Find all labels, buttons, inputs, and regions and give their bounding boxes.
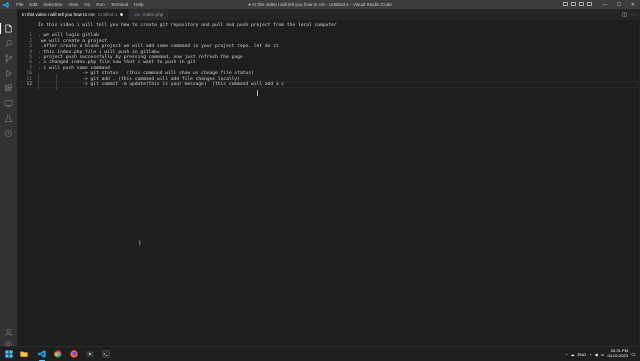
tab-label: In this video i will tell you how to cre <box>22 12 95 17</box>
language-indicator[interactable]: ENG <box>578 352 587 357</box>
active-indicator <box>0 23 1 34</box>
code-line[interactable]: 12 -> git commit -m update(this is your … <box>16 80 638 89</box>
menu-bar: File Edit Selection View Go Run Terminal… <box>13 0 147 9</box>
toggle-panel-icon[interactable] <box>571 2 576 6</box>
unsaved-dot-icon[interactable] <box>120 13 124 16</box>
system-tray: ^ ☁ ENG ◔ ◀ ▭ 02:31 PM 04-02-2023 🗨 <box>566 347 636 361</box>
tray-overflow-chevron-icon[interactable]: ^ <box>566 352 568 357</box>
indent-guide <box>38 74 39 90</box>
minimize-button[interactable]: — <box>598 0 612 9</box>
editor-tab-bar: In this video i will tell you how to cre… <box>17 9 640 20</box>
close-button[interactable]: ✕ <box>626 0 640 9</box>
chrome-icon[interactable] <box>53 349 63 359</box>
title-bar: File Edit Selection View Go Run Terminal… <box>0 0 640 9</box>
source-control-icon[interactable] <box>3 53 14 64</box>
line-text: -> git commit -m update(this is your mes… <box>38 81 285 87</box>
indent-guide <box>56 74 57 90</box>
toggle-primary-sidebar-icon[interactable] <box>563 2 568 6</box>
editor-actions: ◫ ⋯ <box>622 9 636 20</box>
terminal-icon[interactable] <box>101 349 111 359</box>
remote-explorer-icon[interactable] <box>3 98 14 109</box>
onedrive-icon[interactable]: ☁ <box>571 352 575 357</box>
windows-taskbar: ^ ☁ ENG ◔ ◀ ▭ 02:31 PM 04-02-2023 🗨 <box>0 346 640 361</box>
menu-view[interactable]: View <box>65 0 81 9</box>
menu-help[interactable]: Help <box>131 0 146 9</box>
editor-area[interactable]: In this video i will tell you how to cre… <box>16 20 640 348</box>
line-number: 12 <box>26 81 32 87</box>
menu-edit[interactable]: Edit <box>26 0 40 9</box>
mouse-ibeam-cursor-icon: I <box>139 240 141 247</box>
media-player-icon[interactable] <box>85 349 95 359</box>
menu-run[interactable]: Run <box>93 0 107 9</box>
account-icon[interactable] <box>3 327 14 338</box>
notification-icon[interactable]: 🗨 <box>631 352 636 357</box>
layout-controls <box>563 2 592 6</box>
php-file-icon: </> <box>134 12 141 17</box>
search-icon[interactable] <box>3 38 14 49</box>
toggle-secondary-sidebar-icon[interactable] <box>579 2 584 6</box>
window-controls: — ☐ ✕ <box>598 0 640 9</box>
menu-go[interactable]: Go <box>81 0 93 9</box>
testing-icon[interactable] <box>3 113 14 124</box>
firefox-icon[interactable] <box>69 349 79 359</box>
files-icon[interactable] <box>3 23 14 34</box>
menu-file[interactable]: File <box>13 0 26 9</box>
volume-icon[interactable]: ◀ <box>595 352 598 357</box>
tab-label: index.php <box>143 12 164 17</box>
tab-index-php[interactable]: </> index.php <box>129 9 170 20</box>
menu-terminal[interactable]: Terminal <box>108 0 131 9</box>
run-debug-icon[interactable] <box>3 68 14 79</box>
more-actions-icon[interactable]: ⋯ <box>631 12 636 18</box>
windows-start-icon[interactable] <box>4 349 14 359</box>
text-cursor <box>257 90 258 96</box>
vscode-logo-icon <box>3 1 9 8</box>
customize-layout-icon[interactable] <box>587 2 592 6</box>
clock-date: 04-02-2023 <box>607 353 628 358</box>
clock[interactable]: 02:31 PM 04-02-2023 <box>607 349 627 358</box>
tab-untitled-1[interactable]: In this video i will tell you how to cre… <box>17 9 130 20</box>
split-editor-icon[interactable]: ◫ <box>622 12 627 18</box>
vscode-icon[interactable] <box>37 349 47 359</box>
wifi-icon[interactable]: ◔ <box>589 352 591 357</box>
extensions-icon[interactable] <box>3 83 14 94</box>
menu-selection[interactable]: Selection <box>40 0 65 9</box>
tab-suffix: Untitled-1 <box>97 12 118 17</box>
battery-icon[interactable]: ▭ <box>601 352 605 357</box>
maximize-button[interactable]: ☐ <box>612 0 626 9</box>
activity-bar <box>0 9 17 348</box>
php-icon[interactable] <box>3 128 14 139</box>
file-explorer-icon[interactable] <box>19 349 29 359</box>
